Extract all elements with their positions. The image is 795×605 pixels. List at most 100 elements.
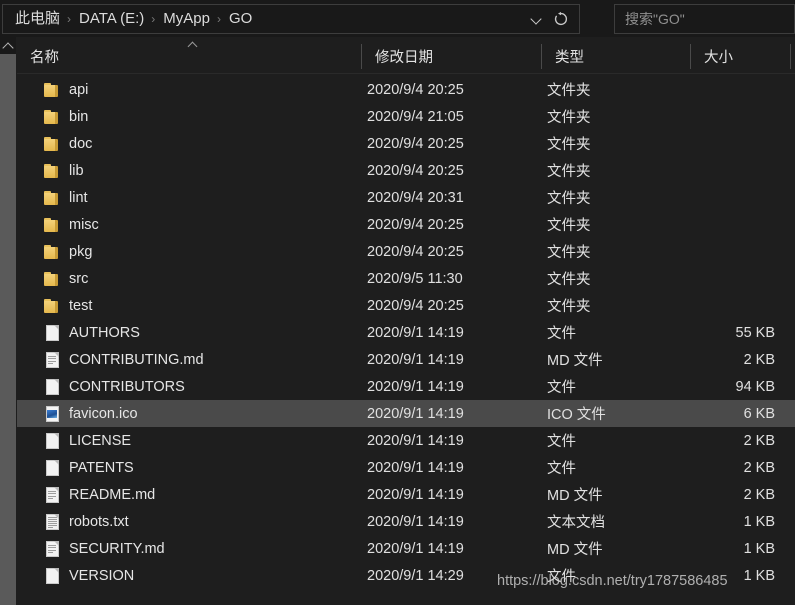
- file-type: 文件: [547, 569, 576, 585]
- file-date: 2020/9/1 14:19: [367, 405, 464, 422]
- file-type: 文件夹: [547, 164, 591, 180]
- search-box[interactable]: [614, 4, 795, 34]
- file-row[interactable]: PATENTS 2020/9/1 14:19 文件 2 KB: [17, 454, 795, 481]
- md-file-icon: [43, 486, 61, 504]
- file-list[interactable]: api 2020/9/4 20:25 文件夹 bin 2020/9/4 21:05 文件夹…: [17, 76, 795, 605]
- column-header-size-label: 大小: [704, 49, 733, 66]
- file-size: 6 KB: [743, 405, 775, 422]
- file-type: 文件夹: [547, 218, 591, 234]
- file-row[interactable]: lint 2020/9/4 20:31 文件夹: [17, 184, 795, 211]
- column-header-name-label: 名称: [30, 49, 59, 66]
- file-date: 2020/9/4 20:25: [367, 162, 464, 179]
- file-row[interactable]: doc 2020/9/4 20:25 文件夹: [17, 130, 795, 157]
- breadcrumb-item[interactable]: 此电脑: [12, 8, 63, 30]
- folder-icon: [43, 243, 61, 261]
- file-size: 2 KB: [743, 459, 775, 476]
- column-divider[interactable]: [790, 44, 791, 69]
- file-size: 1 KB: [743, 567, 775, 584]
- file-icon: [43, 459, 61, 477]
- file-type: 文件: [547, 380, 576, 396]
- file-row[interactable]: api 2020/9/4 20:25 文件夹: [17, 76, 795, 103]
- file-size: 94 KB: [735, 378, 776, 395]
- file-row[interactable]: README.md 2020/9/1 14:19 MD 文件 2 KB: [17, 481, 795, 508]
- file-date: 2020/9/4 20:25: [367, 135, 464, 152]
- breadcrumb-separator: ›: [67, 12, 72, 26]
- file-date: 2020/9/1 14:19: [367, 540, 464, 557]
- folder-icon: [43, 108, 61, 126]
- file-date: 2020/9/5 11:30: [367, 270, 463, 287]
- file-name: doc: [69, 135, 93, 152]
- file-row[interactable]: bin 2020/9/4 21:05 文件夹: [17, 103, 795, 130]
- file-row[interactable]: test 2020/9/4 20:25 文件夹: [17, 292, 795, 319]
- refresh-icon[interactable]: [553, 11, 569, 27]
- file-type: 文件夹: [547, 110, 591, 126]
- file-name: misc: [69, 216, 99, 233]
- file-date: 2020/9/1 14:19: [367, 432, 464, 449]
- file-row[interactable]: VERSION 2020/9/1 14:29 文件 1 KB: [17, 562, 795, 589]
- chevron-down-icon[interactable]: [531, 13, 543, 25]
- file-type: ICO 文件: [547, 407, 606, 423]
- file-date: 2020/9/1 14:19: [367, 378, 464, 395]
- breadcrumb-item[interactable]: DATA (E:): [76, 8, 147, 30]
- file-row[interactable]: CONTRIBUTING.md 2020/9/1 14:19 MD 文件 2 KB: [17, 346, 795, 373]
- file-icon: [43, 324, 61, 342]
- file-row[interactable]: lib 2020/9/4 20:25 文件夹: [17, 157, 795, 184]
- file-row[interactable]: misc 2020/9/4 20:25 文件夹: [17, 211, 795, 238]
- file-name: LICENSE: [69, 432, 132, 449]
- file-name: VERSION: [69, 567, 135, 584]
- file-name: CONTRIBUTORS: [69, 378, 185, 395]
- file-size: 2 KB: [743, 432, 775, 449]
- file-date: 2020/9/1 14:19: [367, 459, 464, 476]
- file-name: SECURITY.md: [69, 540, 165, 557]
- column-header-size[interactable]: 大小: [691, 38, 790, 74]
- file-row[interactable]: src 2020/9/5 11:30 文件夹: [17, 265, 795, 292]
- file-type: MD 文件: [547, 542, 603, 558]
- file-name: test: [69, 297, 93, 314]
- file-name: src: [69, 270, 89, 287]
- file-type: 文件夹: [547, 137, 591, 153]
- file-row[interactable]: favicon.ico 2020/9/1 14:19 ICO 文件 6 KB: [17, 400, 795, 427]
- file-name: robots.txt: [69, 513, 129, 530]
- file-row[interactable]: SECURITY.md 2020/9/1 14:19 MD 文件 1 KB: [17, 535, 795, 562]
- file-name: api: [69, 81, 89, 98]
- file-row[interactable]: CONTRIBUTORS 2020/9/1 14:19 文件 94 KB: [17, 373, 795, 400]
- file-type: 文件: [547, 434, 576, 450]
- breadcrumb[interactable]: 此电脑 › DATA (E:) › MyApp › GO: [3, 8, 531, 30]
- file-type: 文件夹: [547, 83, 591, 99]
- file-size: 2 KB: [743, 486, 775, 503]
- breadcrumb-item[interactable]: MyApp: [160, 8, 213, 30]
- file-date: 2020/9/4 20:25: [367, 81, 464, 98]
- address-bar[interactable]: 此电脑 › DATA (E:) › MyApp › GO: [2, 4, 580, 34]
- file-type: 文件: [547, 461, 576, 477]
- file-row[interactable]: AUTHORS 2020/9/1 14:19 文件 55 KB: [17, 319, 795, 346]
- search-input[interactable]: [615, 5, 794, 33]
- file-size: 1 KB: [743, 513, 775, 530]
- column-header-type[interactable]: 类型: [542, 38, 690, 74]
- column-header-date[interactable]: 修改日期: [362, 38, 541, 74]
- file-explorer-window: 此电脑›DATA (E:)›MyApp›GO 名称 修改日期: [0, 0, 795, 605]
- file-type: 文件夹: [547, 191, 591, 207]
- file-name: CONTRIBUTING.md: [69, 351, 204, 368]
- file-row[interactable]: LICENSE 2020/9/1 14:19 文件 2 KB: [17, 427, 795, 454]
- file-row[interactable]: robots.txt 2020/9/1 14:19 文本文档 1 KB: [17, 508, 795, 535]
- column-header-type-label: 类型: [555, 49, 584, 66]
- column-header-date-label: 修改日期: [375, 49, 433, 66]
- file-icon: [43, 567, 61, 585]
- file-date: 2020/9/1 14:19: [367, 513, 464, 530]
- address-bar-tools: [531, 11, 579, 27]
- scroll-up-button[interactable]: [0, 37, 16, 54]
- file-type: MD 文件: [547, 488, 603, 504]
- file-name: PATENTS: [69, 459, 134, 476]
- ico-file-icon: [43, 405, 61, 423]
- file-date: 2020/9/4 20:25: [367, 216, 464, 233]
- file-name: favicon.ico: [69, 405, 138, 422]
- file-date: 2020/9/4 20:25: [367, 243, 464, 260]
- file-type: 文件夹: [547, 272, 591, 288]
- folder-icon: [43, 297, 61, 315]
- file-row[interactable]: pkg 2020/9/4 20:25 文件夹: [17, 238, 795, 265]
- file-icon: [43, 378, 61, 396]
- breadcrumb-item[interactable]: GO: [226, 8, 255, 30]
- file-size: 55 KB: [735, 324, 776, 341]
- file-type: 文件夹: [547, 299, 591, 315]
- nav-pane-scrollbar-thumb[interactable]: [0, 54, 16, 605]
